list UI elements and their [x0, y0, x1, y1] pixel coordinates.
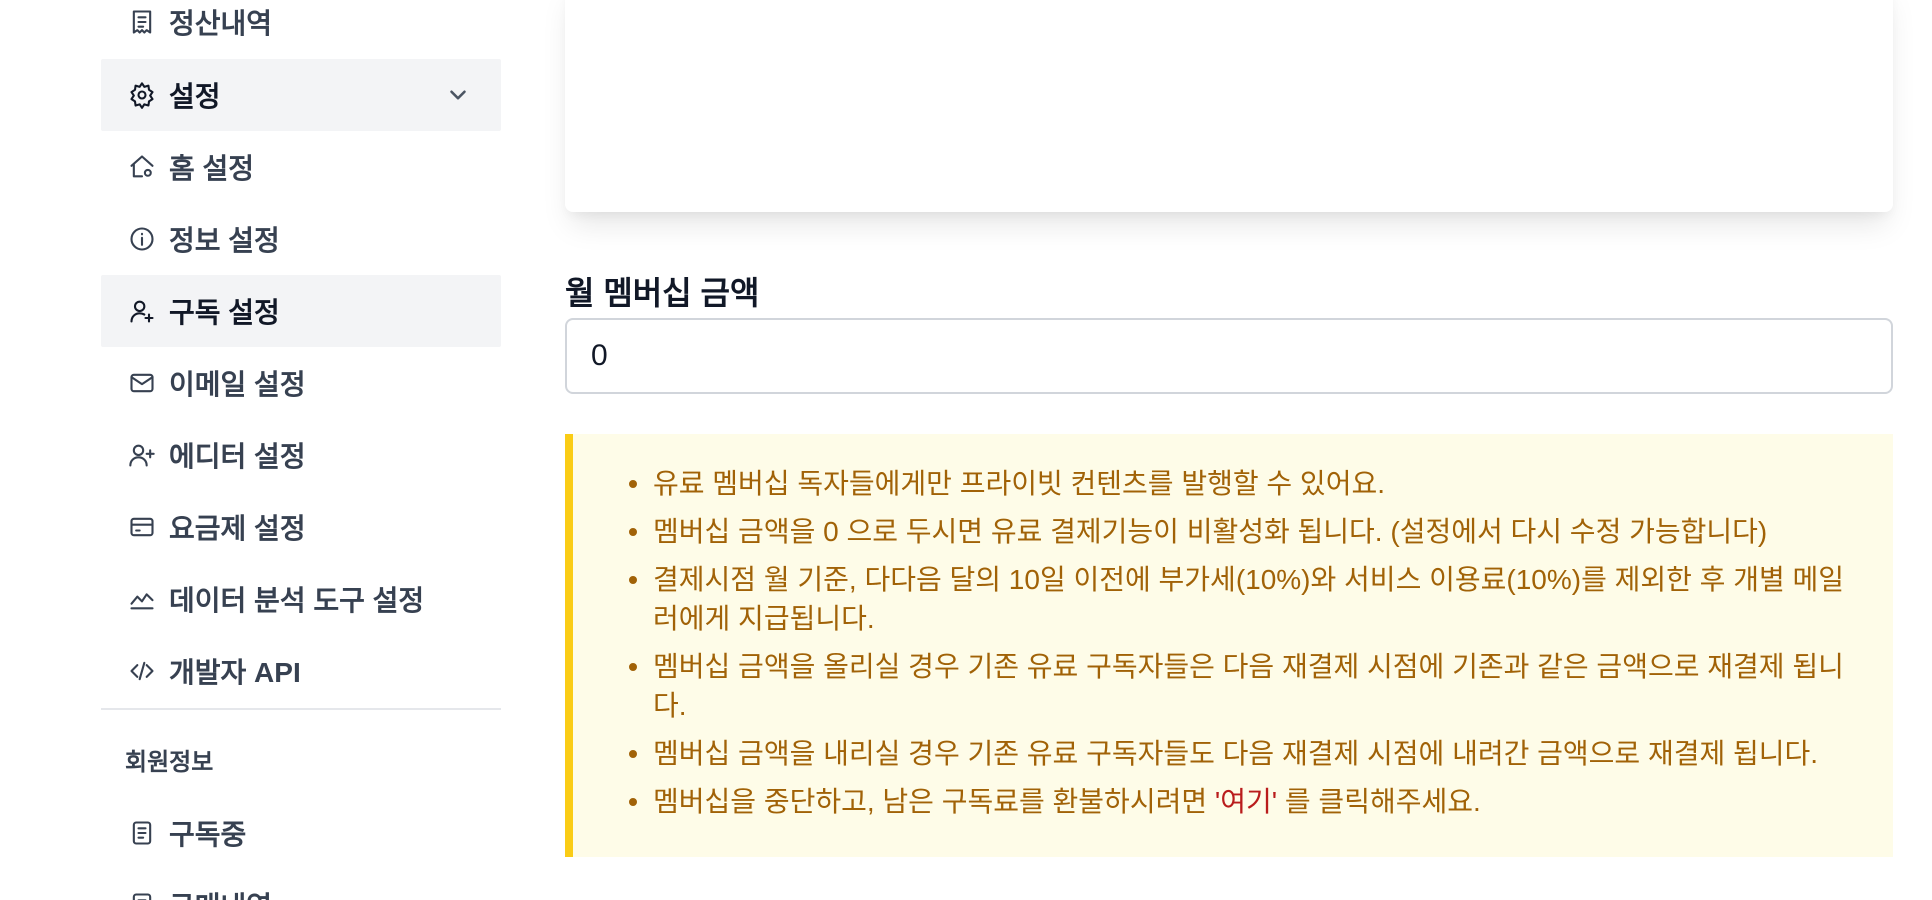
sidebar-item-label: 홈 설정 [169, 153, 255, 184]
sidebar-item-purchase-history[interactable]: 구매내역 [101, 869, 501, 900]
credit-card-icon [127, 512, 157, 542]
notice-text: 멤버십을 중단하고, 남은 구독료를 환불하시려면 [653, 786, 1215, 817]
notice-item: 멤버십을 중단하고, 남은 구독료를 환불하시려면 '여기' 를 클릭해주세요. [629, 782, 1863, 821]
chevron-down-icon[interactable] [445, 82, 471, 108]
sidebar-item-label: 에디터 설정 [169, 441, 306, 472]
sidebar-item-label: 설정 [169, 81, 221, 112]
sidebar-item-label: 정보 설정 [169, 225, 280, 256]
sidebar-item-developer-api[interactable]: 개발자 API [101, 635, 501, 707]
users-plus-icon [127, 440, 157, 470]
member-section-label: 회원정보 [125, 749, 214, 776]
sidebar-item-pricing-settings[interactable]: 요금제 설정 [101, 491, 501, 563]
document-icon [127, 818, 157, 848]
page: 정산내역 설정 홈 설정 정보 설정 구독 설정 이메일 설정 에디터 설정 요… [0, 0, 1932, 900]
monthly-amount-label: 월 멤버십 금액 [565, 275, 760, 311]
notice-item: 결제시점 월 기준, 다다음 달의 10일 이전에 부가세(10%)와 서비스 … [629, 560, 1863, 638]
sidebar-item-analytics-settings[interactable]: 데이터 분석 도구 설정 [101, 563, 501, 635]
mail-icon [127, 368, 157, 398]
sidebar-item-label: 개발자 API [169, 657, 301, 688]
sidebar-item-label: 요금제 설정 [169, 513, 306, 544]
sidebar-item-label: 구독 설정 [169, 297, 280, 328]
sidebar-item-label: 데이터 분석 도구 설정 [169, 585, 425, 616]
gear-icon [127, 80, 157, 110]
code-icon [127, 656, 157, 686]
content-card [565, 0, 1893, 212]
sidebar-item-editor-settings[interactable]: 에디터 설정 [101, 419, 501, 491]
sidebar-divider [101, 708, 501, 710]
monthly-amount-input[interactable] [565, 318, 1893, 394]
sidebar-item-subscription-settings[interactable]: 구독 설정 [101, 275, 501, 347]
refund-link[interactable]: '여기' [1215, 786, 1277, 817]
sidebar-item-label: 구매내역 [169, 885, 272, 900]
sidebar-item-label: 정산내역 [169, 8, 273, 39]
sidebar-item-settings[interactable]: 설정 [101, 59, 501, 131]
notice-item: 유료 멤버십 독자들에게만 프라이빗 컨텐츠를 발행할 수 있어요. [629, 464, 1863, 503]
sidebar-item-label: 이메일 설정 [169, 369, 306, 400]
home-gear-icon [127, 152, 157, 182]
sidebar-item-home-settings[interactable]: 홈 설정 [101, 131, 501, 203]
notice-text: 를 클릭해주세요. [1277, 786, 1481, 817]
notice-item: 멤버십 금액을 0 으로 두시면 유료 결제기능이 비활성화 됩니다. (설정에… [629, 512, 1863, 551]
document-icon [127, 890, 157, 900]
receipt-icon [127, 7, 157, 37]
sidebar-item-subscribing[interactable]: 구독중 [101, 797, 501, 869]
notice-item: 멤버십 금액을 올리실 경우 기존 유료 구독자들은 다음 재결제 시점에 기존… [629, 647, 1863, 725]
sidebar-item-label: 구독중 [169, 819, 247, 850]
sidebar: 정산내역 설정 홈 설정 정보 설정 구독 설정 이메일 설정 에디터 설정 요… [101, 0, 501, 900]
sidebar-item-info-settings[interactable]: 정보 설정 [101, 203, 501, 275]
chart-line-icon [127, 584, 157, 614]
user-plus-icon [127, 296, 157, 326]
sidebar-item-settlement[interactable]: 정산내역 [101, 0, 501, 58]
notice-item: 멤버십 금액을 내리실 경우 기존 유료 구독자들도 다음 재결제 시점에 내려… [629, 734, 1863, 773]
info-icon [127, 224, 157, 254]
sidebar-item-email-settings[interactable]: 이메일 설정 [101, 347, 501, 419]
membership-notice: 유료 멤버십 독자들에게만 프라이빗 컨텐츠를 발행할 수 있어요. 멤버십 금… [565, 434, 1893, 857]
notice-list: 유료 멤버십 독자들에게만 프라이빗 컨텐츠를 발행할 수 있어요. 멤버십 금… [629, 464, 1863, 830]
